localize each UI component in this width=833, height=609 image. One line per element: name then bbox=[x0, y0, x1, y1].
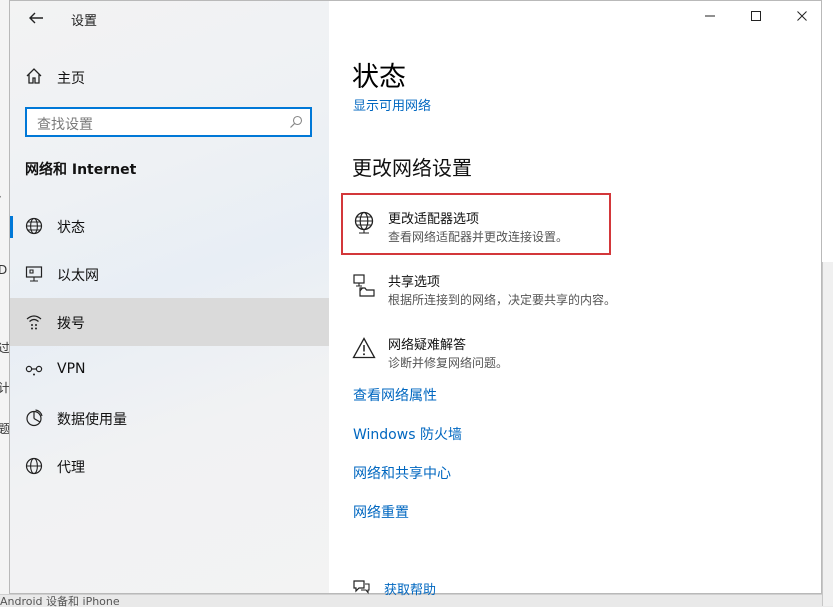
sidebar: 设置 主页 查找设置 网络和 Internet 状态 以太网 拨号 VPN 数据… bbox=[10, 1, 329, 593]
minimize-icon bbox=[705, 15, 715, 17]
background-text-fragment: D bbox=[0, 263, 8, 277]
ethernet-icon bbox=[25, 266, 43, 282]
sidebar-item-label: 代理 bbox=[57, 460, 85, 476]
troubleshoot-item[interactable]: 网络疑难解答 诊断并修复网络问题。 bbox=[352, 326, 792, 376]
sharing-icon bbox=[353, 274, 375, 297]
background-text-fragment: · bbox=[0, 190, 2, 204]
option-description: 根据所连接到的网络，决定要共享的内容。 bbox=[388, 293, 617, 307]
sidebar-item-ethernet[interactable]: 以太网 bbox=[10, 250, 329, 298]
sidebar-item-label: 主页 bbox=[57, 71, 85, 87]
sharing-options-item[interactable]: 共享选项 根据所连接到的网络，决定要共享的内容。 bbox=[352, 263, 792, 313]
network-reset-link[interactable]: 网络重置 bbox=[353, 502, 409, 522]
get-help-label: 获取帮助 bbox=[384, 583, 437, 598]
vpn-icon bbox=[25, 365, 43, 376]
sidebar-item-label: VPN bbox=[57, 361, 86, 377]
network-sharing-center-link[interactable]: 网络和共享中心 bbox=[353, 463, 451, 483]
background-text: Android 设备和 iPhone bbox=[0, 595, 120, 608]
data-usage-icon bbox=[26, 409, 43, 427]
sidebar-item-label: 拨号 bbox=[57, 316, 85, 332]
sidebar-item-status[interactable]: 状态 bbox=[10, 202, 329, 250]
search-input[interactable]: 查找设置 bbox=[25, 107, 312, 137]
back-button[interactable] bbox=[24, 7, 48, 29]
sidebar-item-proxy[interactable]: 代理 bbox=[10, 442, 329, 490]
sidebar-item-label: 以太网 bbox=[57, 268, 99, 284]
window-title: 设置 bbox=[71, 14, 98, 29]
warning-icon bbox=[352, 337, 376, 359]
globe-icon bbox=[25, 217, 43, 235]
network-properties-link[interactable]: 查看网络属性 bbox=[353, 385, 437, 405]
option-title: 网络疑难解答 bbox=[388, 338, 467, 353]
proxy-globe-icon bbox=[25, 457, 43, 475]
sidebar-section-title: 网络和 Internet bbox=[25, 162, 137, 178]
sidebar-item-home[interactable]: 主页 bbox=[10, 63, 329, 89]
option-description: 诊断并修复网络问题。 bbox=[388, 356, 509, 370]
back-arrow-icon bbox=[29, 12, 43, 24]
background-text-fragment: 题 bbox=[0, 422, 9, 436]
show-networks-link[interactable]: 显示可用网络 bbox=[353, 95, 431, 114]
home-icon bbox=[26, 68, 42, 84]
minimize-button[interactable] bbox=[687, 1, 733, 35]
background-text-fragment: 过 bbox=[0, 341, 9, 355]
sidebar-item-vpn[interactable]: VPN bbox=[10, 346, 329, 394]
get-help-link[interactable]: 获取帮助 bbox=[352, 577, 502, 598]
sidebar-item-data-usage[interactable]: 数据使用量 bbox=[10, 394, 329, 442]
sidebar-item-label: 数据使用量 bbox=[57, 412, 127, 428]
maximize-button[interactable] bbox=[733, 1, 779, 35]
close-icon bbox=[797, 11, 807, 21]
settings-window: 设置 主页 查找设置 网络和 Internet 状态 以太网 拨号 VPN 数据… bbox=[9, 0, 825, 598]
section-title: 更改网络设置 bbox=[352, 156, 472, 180]
sidebar-item-dialup[interactable]: 拨号 bbox=[10, 298, 329, 346]
option-title: 共享选项 bbox=[388, 275, 441, 290]
active-indicator bbox=[10, 216, 13, 238]
help-chat-icon bbox=[353, 580, 370, 595]
close-button[interactable] bbox=[779, 1, 825, 35]
highlight-annotation bbox=[341, 193, 611, 255]
windows-firewall-link[interactable]: Windows 防火墙 bbox=[353, 424, 462, 444]
maximize-icon bbox=[751, 11, 761, 21]
background-text-fragment: 计 bbox=[0, 381, 9, 395]
search-placeholder: 查找设置 bbox=[37, 117, 93, 133]
background-window-left: · D 过 计 题 bbox=[0, 0, 9, 606]
search-icon bbox=[290, 115, 303, 128]
dialup-icon bbox=[26, 315, 42, 330]
page-title: 状态 bbox=[352, 62, 406, 93]
sidebar-item-label: 状态 bbox=[57, 220, 85, 236]
background-window-right bbox=[822, 262, 833, 606]
